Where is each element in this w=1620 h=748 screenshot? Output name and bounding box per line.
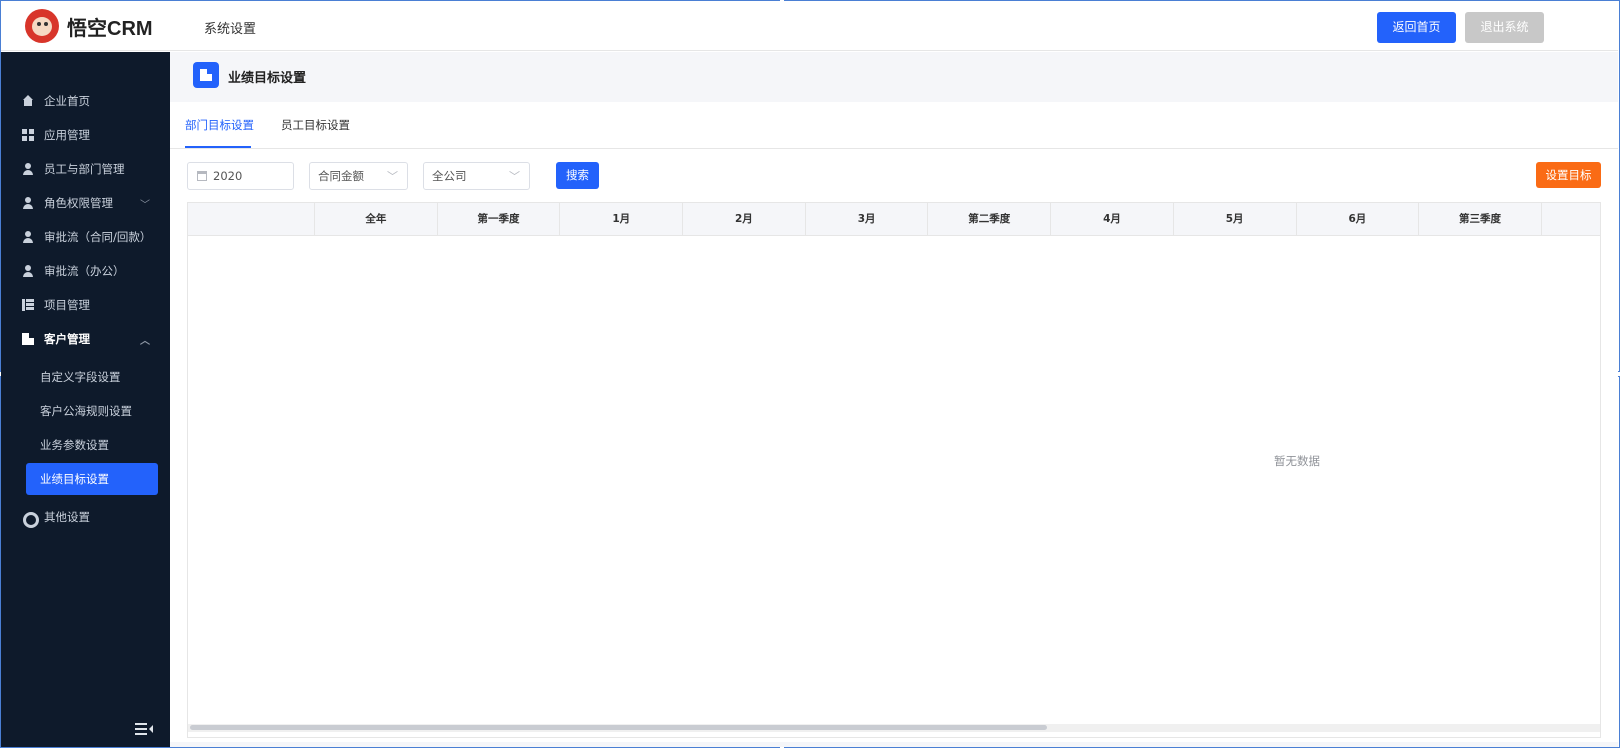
list-icon	[22, 299, 34, 311]
sidebar-item-home[interactable]: 企业首页	[1, 84, 170, 118]
column-header: 全年	[315, 203, 438, 236]
sidebar-item-label: 企业首页	[44, 94, 90, 108]
sidebar-item-apps[interactable]: 应用管理	[1, 118, 170, 152]
chevron-down-icon: ﹀	[387, 170, 398, 183]
page-title: 业绩目标设置	[228, 71, 307, 86]
column-header: 2月	[683, 203, 806, 236]
sidebar-item-label: 应用管理	[44, 128, 90, 142]
search-button[interactable]: 搜索	[556, 162, 599, 189]
targets-table: 全年 第一季度 1月 2月 3月 第二季度 4月 5月 6月 第三季度 暂无数据	[187, 202, 1601, 738]
sidebar-subitem-business-params[interactable]: 业务参数设置	[1, 429, 170, 461]
sidebar-item-label: 其他设置	[44, 510, 90, 524]
sidebar-subitem-targets[interactable]: 业绩目标设置	[26, 463, 158, 495]
sidebar-item-label: 员工与部门管理	[44, 162, 125, 176]
home-icon	[22, 95, 34, 107]
sidebar-item-label: 审批流（办公）	[44, 264, 125, 278]
sidebar-item-label: 客户管理	[44, 332, 90, 346]
table-header: 全年 第一季度 1月 2月 3月 第二季度 4月 5月 6月 第三季度	[188, 203, 1600, 236]
calendar-icon	[197, 171, 207, 181]
sidebar-subitem-custom-fields[interactable]: 自定义字段设置	[1, 361, 170, 393]
column-header: 4月	[1051, 203, 1174, 236]
sidebar-item-label: 项目管理	[44, 298, 90, 312]
scope-value: 全公司	[432, 169, 467, 183]
sidebar-item-projects[interactable]: 项目管理	[1, 288, 170, 322]
chevron-up-icon: ︿	[140, 335, 150, 347]
sidebar-subitem-label: 自定义字段设置	[40, 370, 121, 384]
metric-select[interactable]: 合同金额 ﹀	[309, 162, 408, 190]
sidebar-item-approval-office[interactable]: 审批流（办公）	[1, 254, 170, 288]
collapse-menu-icon[interactable]	[135, 722, 153, 736]
exit-system-button[interactable]: 退出系统	[1465, 12, 1544, 43]
active-tab-indicator	[185, 146, 251, 148]
sidebar-subitem-label: 业绩目标设置	[40, 472, 109, 486]
metric-value: 合同金额	[318, 169, 364, 183]
brand-logo[interactable]: 悟空CRM	[25, 9, 153, 43]
tab-department-targets[interactable]: 部门目标设置	[185, 117, 254, 133]
year-picker[interactable]: 2020	[187, 162, 294, 190]
building-icon	[200, 69, 212, 81]
top-header: 悟空CRM 系统设置 返回首页 退出系统	[1, 1, 1618, 51]
column-header: 第二季度	[928, 203, 1052, 236]
sidebar-item-label: 角色权限管理	[44, 196, 113, 210]
sidebar-item-staff[interactable]: 员工与部门管理	[1, 152, 170, 186]
return-home-button[interactable]: 返回首页	[1377, 12, 1456, 43]
set-target-button[interactable]: 设置目标	[1536, 162, 1601, 188]
user-icon	[22, 231, 34, 243]
sidebar-item-approval-contract[interactable]: 审批流（合同/回款）	[1, 220, 170, 254]
content-panel: 部门目标设置 员工目标设置 2020 合同金额 ﹀ 全公司 ﹀ 搜索 设置目标 …	[170, 102, 1618, 742]
users-icon	[22, 163, 34, 175]
column-header: 第三季度	[1419, 203, 1542, 236]
year-value: 2020	[213, 169, 243, 183]
sidebar-item-other[interactable]: 其他设置	[1, 500, 170, 534]
building-icon	[22, 333, 34, 345]
brand-name: 悟空CRM	[67, 17, 153, 40]
header-title: 系统设置	[204, 22, 257, 37]
scrollbar-thumb[interactable]	[190, 725, 1047, 730]
user-icon	[22, 197, 34, 209]
sidebar-item-customers[interactable]: 客户管理 ︿	[1, 322, 170, 356]
grid-icon	[22, 129, 34, 141]
sidebar: 企业首页 应用管理 员工与部门管理 角色权限管理 ﹀ 审批流（合同/回款） 审批…	[1, 52, 170, 747]
page-header: 业绩目标设置	[170, 52, 1618, 102]
column-header	[188, 203, 315, 236]
page-icon	[193, 62, 219, 88]
chevron-down-icon: ﹀	[140, 199, 150, 211]
empty-state-text: 暂无数据	[1274, 454, 1320, 468]
tab-bar: 部门目标设置 员工目标设置	[170, 102, 1618, 149]
sidebar-subitem-label: 客户公海规则设置	[40, 404, 132, 418]
column-header: 6月	[1297, 203, 1420, 236]
monkey-logo-icon	[25, 9, 59, 43]
sidebar-subitem-public-pool[interactable]: 客户公海规则设置	[1, 395, 170, 427]
sidebar-item-label: 审批流（合同/回款）	[44, 230, 152, 244]
tab-employee-targets[interactable]: 员工目标设置	[281, 117, 350, 133]
gear-icon	[22, 511, 39, 528]
sidebar-subitem-label: 业务参数设置	[40, 438, 109, 452]
horizontal-scrollbar[interactable]	[188, 724, 1600, 732]
scope-select[interactable]: 全公司 ﹀	[423, 162, 530, 190]
sidebar-item-roles[interactable]: 角色权限管理 ﹀	[1, 186, 170, 220]
user-icon	[22, 265, 34, 277]
column-header: 3月	[806, 203, 929, 236]
column-header: 1月	[560, 203, 684, 236]
chevron-down-icon: ﹀	[509, 170, 520, 183]
column-header: 第一季度	[438, 203, 561, 236]
main-content: 业绩目标设置 部门目标设置 员工目标设置 2020 合同金额 ﹀ 全公司 ﹀ 搜…	[170, 52, 1618, 747]
column-header: 5月	[1174, 203, 1297, 236]
